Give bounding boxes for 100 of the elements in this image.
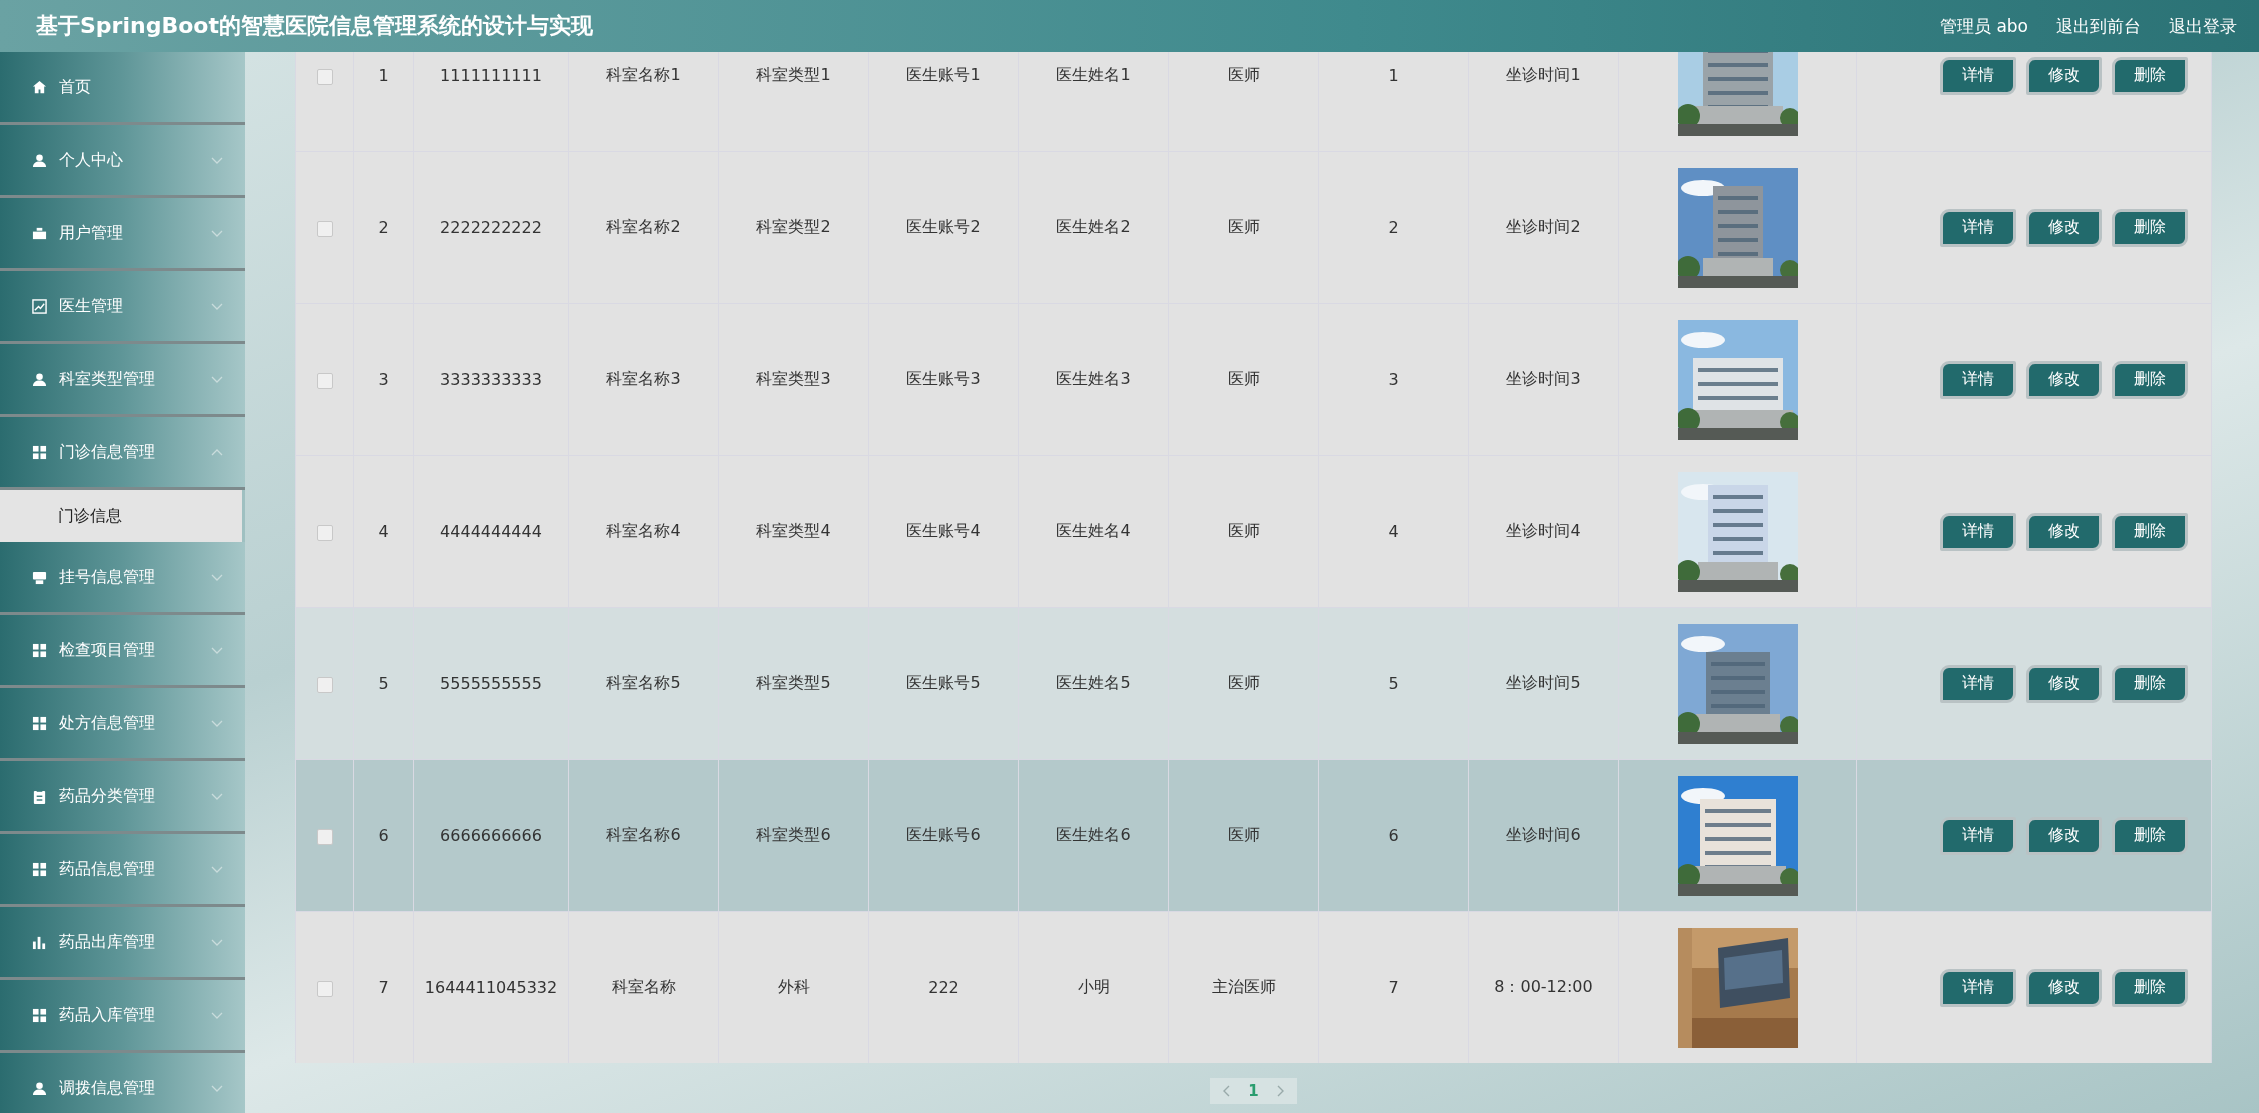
delete-button[interactable]: 删除 [2112,208,2188,247]
menu-item[interactable]: 药品分类管理 [0,761,245,834]
row-checkbox[interactable] [316,524,333,541]
details-button[interactable]: 详情 [1940,664,2016,703]
table-cell: 科室类型4 [756,521,831,540]
delete-button[interactable]: 删除 [2112,816,2188,855]
table-cell: 医生姓名6 [1056,825,1131,844]
edit-button[interactable]: 修改 [2026,512,2102,551]
chevron-down-icon [211,302,223,310]
row-checkbox[interactable] [316,676,333,693]
table-cell: 医生姓名2 [1056,217,1131,236]
table-cell: 222 [928,978,959,997]
table-cell: 医师 [1227,673,1260,692]
table-cell: 7 [1388,978,1399,997]
table-cell: 3 [1388,370,1399,389]
submenu-item[interactable]: 门诊信息 [0,490,242,542]
delete-button[interactable]: 删除 [2112,664,2188,703]
delete-button[interactable]: 删除 [2112,360,2188,399]
menu-item[interactable]: 检查项目管理 [0,615,245,688]
table-cell: 医生账号6 [906,825,981,844]
table-cell: 医师 [1227,65,1260,84]
table-cell: 4444444444 [440,522,542,541]
delete-button[interactable]: 删除 [2112,512,2188,551]
row-checkbox[interactable] [316,828,333,845]
chevron-down-icon [211,865,223,873]
edit-button[interactable]: 修改 [2026,968,2102,1007]
table-cell: 医生姓名4 [1056,521,1131,540]
home-icon [32,79,47,95]
details-button[interactable]: 详情 [1940,968,2016,1007]
table-cell: 6 [1388,826,1399,845]
table-cell: 2222222222 [440,218,542,237]
chevron-left-icon[interactable] [1222,1085,1231,1097]
row-checkbox[interactable] [316,372,333,389]
chevron-down-icon [211,229,223,237]
table-cell: 1111111111 [440,66,542,85]
menu-item[interactable]: 药品出库管理 [0,907,245,980]
grid-icon [32,1007,47,1023]
table-cell: 医生姓名5 [1056,673,1131,692]
grid-icon [32,715,47,731]
table-cell: 医生账号2 [906,217,981,236]
table-cell: 科室类型2 [756,217,831,236]
menu-item[interactable]: 调拨信息管理 [0,1053,245,1113]
chevron-down-icon [211,156,223,164]
details-button[interactable]: 详情 [1940,816,2016,855]
table-cell: 医师 [1227,825,1260,844]
table-cell: 坐诊时间3 [1506,369,1581,388]
chevron-down-icon [211,375,223,383]
row-checkbox[interactable] [316,68,333,85]
details-button[interactable]: 详情 [1940,360,2016,399]
edit-button[interactable]: 修改 [2026,360,2102,399]
table-cell: 科室名称6 [606,825,681,844]
details-button[interactable]: 详情 [1940,56,2016,95]
delete-button[interactable]: 删除 [2112,968,2188,1007]
chevron-right-icon[interactable] [1276,1085,1285,1097]
menu-item[interactable]: 首页 [0,52,245,125]
menu-item[interactable]: 药品信息管理 [0,834,245,907]
table-cell: 2 [378,218,389,237]
row-checkbox[interactable] [316,980,333,997]
table-cell: 科室名称 [611,977,676,996]
edit-button[interactable]: 修改 [2026,56,2102,95]
user-icon [32,371,47,387]
menu-item[interactable]: 用户管理 [0,198,245,271]
table-cell: 医生账号5 [906,673,981,692]
header-link[interactable]: 管理员 abo [1940,14,2028,38]
table-cell: 科室类型1 [756,65,831,84]
grid-icon [32,642,47,658]
table-cell: 1 [378,66,389,85]
table-cell: 小明 [1077,977,1110,996]
user-icon [32,152,47,168]
table-cell: 医生姓名1 [1056,65,1131,84]
row-checkbox[interactable] [316,220,333,237]
menu-item[interactable]: 药品入库管理 [0,980,245,1053]
menu-item[interactable]: 门诊信息管理 [0,417,245,490]
table-cell: 6 [378,826,389,845]
table-cell: 2 [1388,218,1399,237]
delete-button[interactable]: 删除 [2112,56,2188,95]
bar-chart-icon [32,934,47,950]
edit-button[interactable]: 修改 [2026,208,2102,247]
details-button[interactable]: 详情 [1940,208,2016,247]
chevron-down-icon [211,448,223,456]
table-cell: 医生账号1 [906,65,981,84]
menu-item[interactable]: 处方信息管理 [0,688,245,761]
edit-button[interactable]: 修改 [2026,664,2102,703]
chevron-down-icon [211,719,223,727]
table-cell: 坐诊时间4 [1506,521,1581,540]
details-button[interactable]: 详情 [1940,512,2016,551]
grid-icon [32,444,47,460]
chevron-down-icon [211,938,223,946]
menu-item[interactable]: 科室类型管理 [0,344,245,417]
header-link[interactable]: 退出到前台 [2056,14,2141,38]
menu-item[interactable]: 个人中心 [0,125,245,198]
menu-item[interactable]: 医生管理 [0,271,245,344]
table-cell: 4 [1388,522,1399,541]
header-link[interactable]: 退出登录 [2169,14,2237,38]
edit-button[interactable]: 修改 [2026,816,2102,855]
grid-icon [32,861,47,877]
menu-item[interactable]: 挂号信息管理 [0,542,245,615]
chart-icon [32,298,47,314]
table-cell: 科室名称5 [606,673,681,692]
table-cell: 科室类型6 [756,825,831,844]
